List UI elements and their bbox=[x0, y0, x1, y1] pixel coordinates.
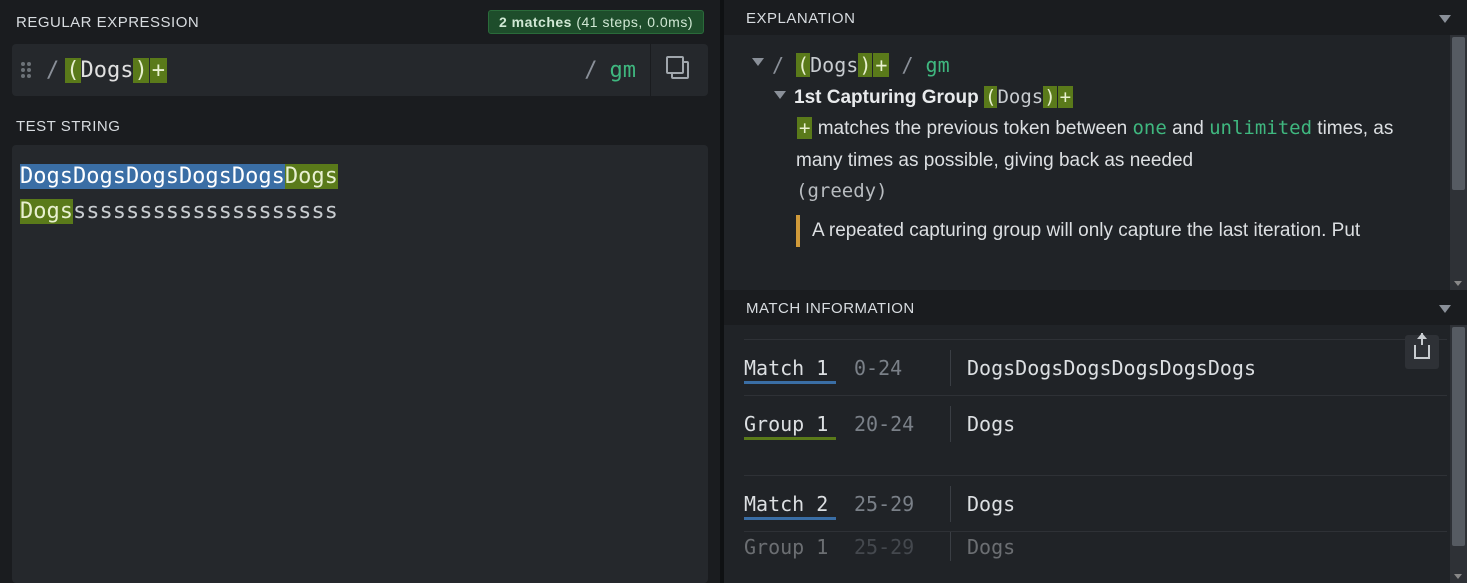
scrollbar[interactable] bbox=[1450, 35, 1467, 290]
regex-header-label: REGULAR EXPRESSION bbox=[16, 14, 199, 31]
match-row[interactable]: Match 2 25-29 Dogs bbox=[744, 475, 1447, 531]
export-button[interactable] bbox=[1405, 335, 1439, 369]
regex-delimiter-open: / bbox=[40, 58, 65, 83]
test-line-2: Dogsssssssssssssssssssss bbox=[20, 194, 700, 229]
match-row[interactable]: Match 1 0-24 DogsDogsDogsDogsDogsDogs bbox=[744, 339, 1447, 395]
explanation-header[interactable]: EXPLANATION bbox=[724, 0, 1467, 35]
match-info-body: Match 1 0-24 DogsDogsDogsDogsDogsDogs Gr… bbox=[724, 325, 1467, 583]
chevron-down-icon bbox=[1439, 305, 1451, 313]
copy-button[interactable] bbox=[650, 44, 708, 96]
test-line-1: DogsDogsDogsDogsDogsDogs bbox=[20, 159, 700, 194]
match-info-section: MATCH INFORMATION Match 1 0-24 DogsDogsD… bbox=[724, 290, 1467, 583]
chevron-down-icon bbox=[1439, 15, 1451, 23]
explanation-note: A repeated capturing group will only cap… bbox=[796, 215, 1427, 246]
test-string-header: TEST STRING bbox=[12, 96, 708, 145]
explanation-quantifier-desc: + matches the previous token between one… bbox=[796, 113, 1427, 207]
match-info-header[interactable]: MATCH INFORMATION bbox=[724, 290, 1467, 325]
regex-input[interactable]: (Dogs)+ bbox=[65, 58, 578, 83]
explanation-group-1[interactable]: 1st Capturing Group (Dogs)+ bbox=[774, 82, 1447, 113]
match-count-badge: 2 matches (41 steps, 0.0ms) bbox=[488, 10, 704, 34]
regex-delimiter-close: / bbox=[578, 58, 603, 83]
export-icon bbox=[1414, 345, 1430, 359]
explanation-body: / (Dogs)+ / gm 1st Capturing Group (Dogs… bbox=[724, 35, 1467, 290]
regex-flags[interactable]: gm bbox=[604, 58, 651, 83]
scrollbar-thumb[interactable] bbox=[1452, 37, 1465, 190]
scrollbar-thumb[interactable] bbox=[1452, 327, 1465, 546]
copy-icon bbox=[671, 61, 689, 79]
explanation-root[interactable]: / (Dogs)+ / gm bbox=[752, 49, 1447, 82]
regex-input-row: / (Dogs)+ / gm bbox=[12, 44, 708, 96]
drag-handle-icon[interactable] bbox=[12, 44, 40, 96]
left-pane: REGULAR EXPRESSION 2 matches (41 steps, … bbox=[0, 0, 720, 583]
test-string-input[interactable]: DogsDogsDogsDogsDogsDogs Dogssssssssssss… bbox=[12, 145, 708, 583]
right-pane: EXPLANATION / (Dogs)+ / gm 1st Capturing… bbox=[720, 0, 1467, 583]
regex-section-header: REGULAR EXPRESSION 2 matches (41 steps, … bbox=[12, 0, 708, 42]
caret-down-icon bbox=[752, 58, 764, 66]
scrollbar[interactable] bbox=[1450, 325, 1467, 583]
match-row[interactable]: Group 1 25-29 Dogs bbox=[744, 531, 1447, 561]
explanation-section: EXPLANATION / (Dogs)+ / gm 1st Capturing… bbox=[724, 0, 1467, 290]
match-row[interactable]: Group 1 20-24 Dogs bbox=[744, 395, 1447, 451]
caret-down-icon bbox=[774, 91, 786, 99]
